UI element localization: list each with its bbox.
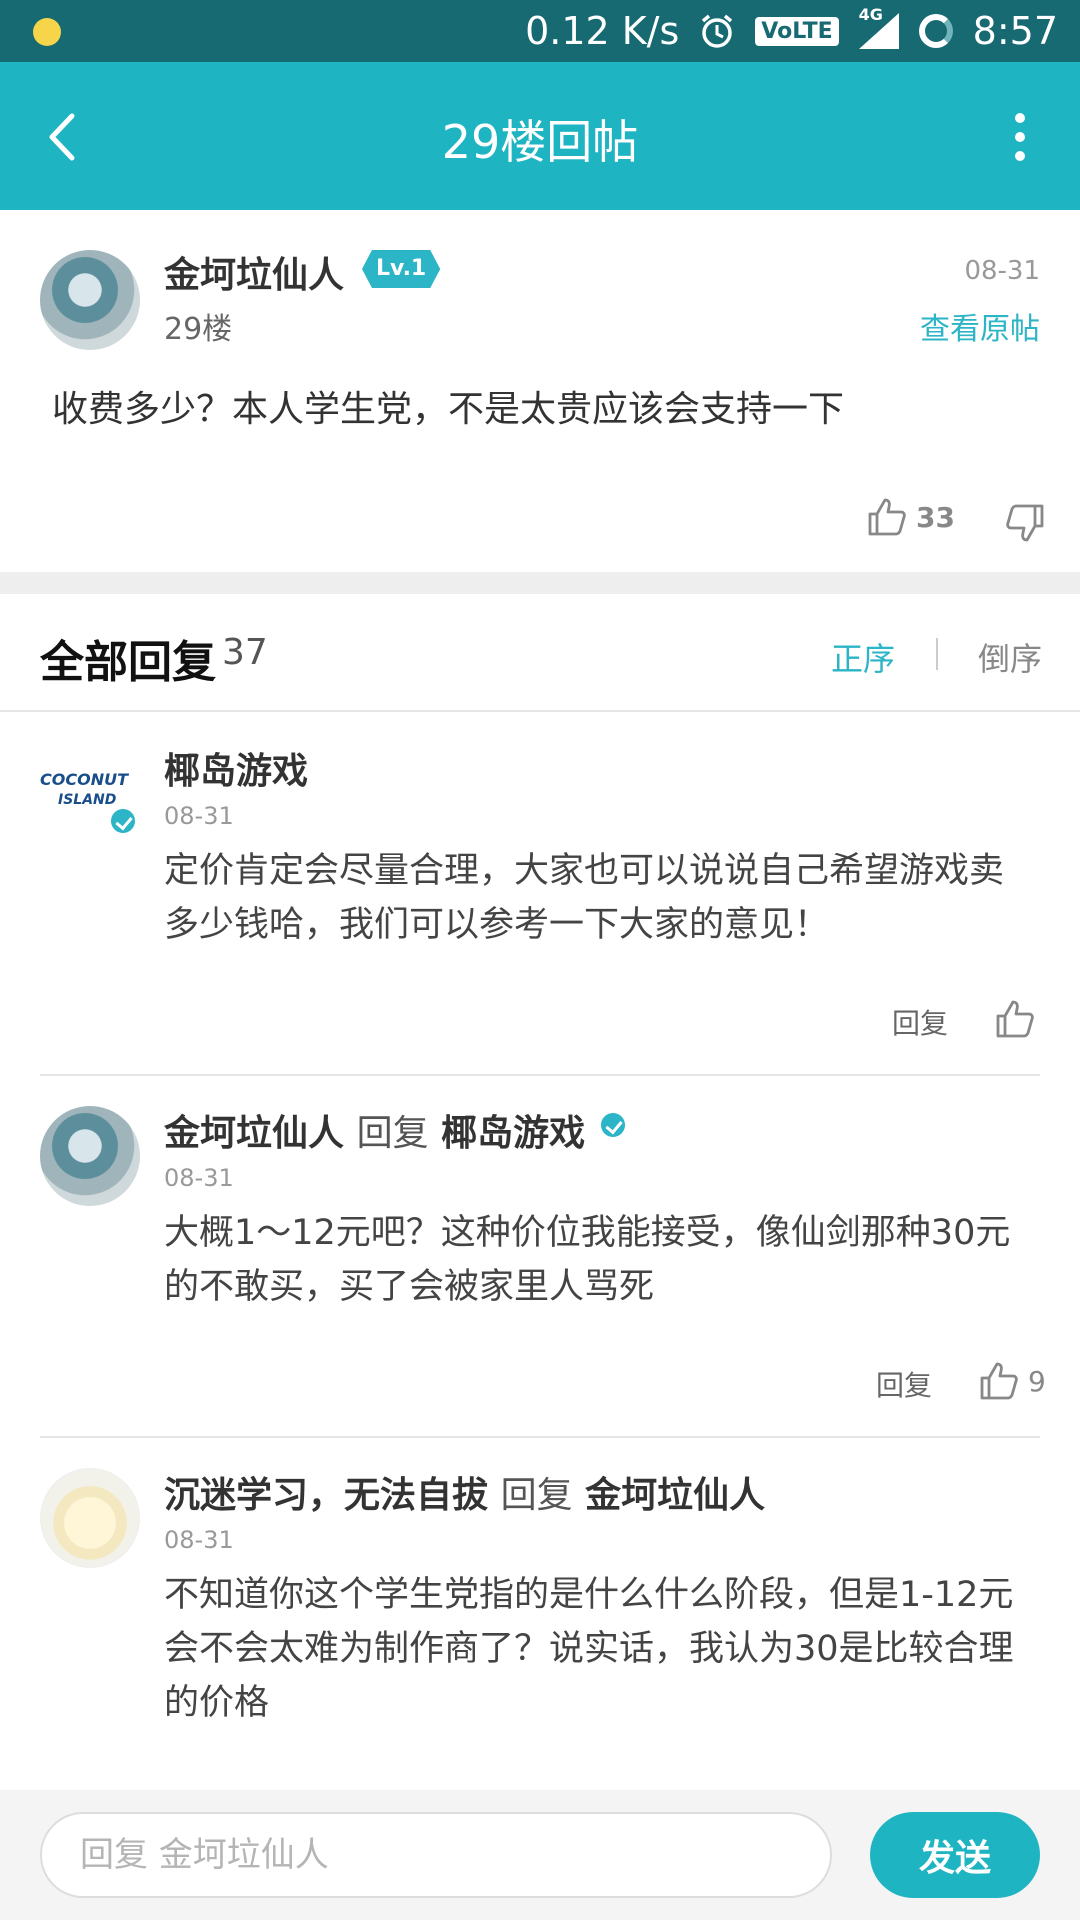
coconut-logo-subtext: ISLAND bbox=[58, 792, 117, 808]
more-vertical-icon bbox=[1015, 113, 1025, 123]
reply-button[interactable]: 回复 bbox=[876, 1364, 932, 1404]
level-badge: Lv.1 bbox=[362, 250, 440, 288]
verified-icon bbox=[598, 1110, 628, 1140]
reply-item: 沉迷学习，无法自拔 回复 金坷垃仙人 08-31 不知道你这个学生党指的是什么什… bbox=[0, 1436, 1080, 1790]
like-button[interactable]: 9 bbox=[978, 1360, 1046, 1402]
reply-content: 定价肯定会尽量合理，大家也可以说说自己希望游戏卖多少钱哈，我们可以参考一下大家的… bbox=[164, 851, 1005, 945]
post-date: 08-31 bbox=[964, 256, 1040, 286]
reply-input-bar: 发送 bbox=[0, 1790, 1080, 1920]
app-bar: 29楼回帖 bbox=[0, 62, 1080, 210]
reply-input[interactable] bbox=[40, 1812, 832, 1898]
verified-icon bbox=[108, 806, 138, 836]
view-original-link[interactable]: 查看原帖 bbox=[920, 304, 1040, 348]
coconut-logo-text: COCONUT bbox=[40, 770, 128, 789]
reply-word: 回复 bbox=[500, 1475, 573, 1516]
thumbs-up-icon bbox=[996, 1000, 1034, 1038]
thumbs-up-icon bbox=[868, 498, 906, 536]
reply-header: 金坷垃仙人 回复 椰岛游戏 bbox=[164, 1104, 585, 1156]
reply-target[interactable]: 椰岛游戏 bbox=[441, 1113, 585, 1154]
reply-content: 不知道你这个学生党指的是什么什么阶段，但是1-12元会不会太难为制作商了？说实话… bbox=[164, 1575, 1014, 1723]
reply-item: 金坷垃仙人 回复 椰岛游戏 08-31 大概1～12元吧？这种价位我能接受，像仙… bbox=[0, 1074, 1080, 1438]
thumbs-up-icon bbox=[980, 1362, 1018, 1400]
clock: 8:57 bbox=[972, 9, 1058, 53]
alarm-icon bbox=[699, 13, 735, 49]
post-content: 收费多少？本人学生党，不是太贵应该会支持一下 bbox=[52, 389, 845, 430]
reply-author[interactable]: 沉迷学习，无法自拔 bbox=[164, 1475, 488, 1516]
avatar[interactable] bbox=[40, 1468, 140, 1568]
avatar[interactable] bbox=[40, 250, 140, 350]
reply-header: 沉迷学习，无法自拔 回复 金坷垃仙人 bbox=[164, 1466, 765, 1518]
reply-date: 08-31 bbox=[164, 1526, 234, 1554]
notification-dot-icon bbox=[33, 18, 61, 46]
replies-title: 全部回复 bbox=[40, 637, 216, 688]
network-speed: 0.12 K/s bbox=[525, 9, 680, 53]
reply-content: 大概1～12元吧？这种价位我能接受，像仙剑那种30元的不敢买，买了会被家里人骂死 bbox=[164, 1213, 1011, 1307]
like-button[interactable] bbox=[994, 998, 1036, 1040]
main-post: 金坷垃仙人 Lv.1 29楼 08-31 查看原帖 收费多少？本人学生党，不是太… bbox=[0, 210, 1080, 572]
status-indicators: 0.12 K/s VoLTE 4G 8:57 bbox=[525, 0, 1058, 62]
reply-author[interactable]: 椰岛游戏 bbox=[164, 742, 308, 794]
dislike-button[interactable] bbox=[1004, 502, 1054, 552]
sort-separator bbox=[936, 638, 938, 670]
reply-item: COCONUT ISLAND 椰岛游戏 08-31 定价肯定会尽量合理，大家也可… bbox=[0, 712, 1080, 1076]
reply-date: 08-31 bbox=[164, 1164, 234, 1192]
reply-button[interactable]: 回复 bbox=[892, 1002, 948, 1042]
section-divider bbox=[0, 572, 1080, 594]
sort-descending-tab[interactable]: 倒序 bbox=[978, 634, 1042, 680]
loading-icon bbox=[918, 14, 953, 48]
page-title: 29楼回帖 bbox=[441, 115, 639, 169]
sort-ascending-tab[interactable]: 正序 bbox=[831, 634, 895, 680]
floor-number: 29楼 bbox=[164, 312, 233, 347]
reply-author[interactable]: 金坷垃仙人 bbox=[164, 1113, 344, 1154]
like-button[interactable]: 33 bbox=[866, 496, 955, 538]
more-button[interactable] bbox=[1000, 102, 1040, 172]
thumbs-down-icon bbox=[1006, 504, 1044, 542]
like-count: 33 bbox=[916, 500, 955, 534]
status-bar: 0.12 K/s VoLTE 4G 8:57 bbox=[0, 0, 1080, 62]
replies-count: 37 bbox=[222, 632, 268, 673]
reply-date: 08-31 bbox=[164, 802, 234, 830]
reply-word: 回复 bbox=[356, 1113, 429, 1154]
reply-target[interactable]: 金坷垃仙人 bbox=[585, 1475, 765, 1516]
network-type: 4G bbox=[858, 5, 883, 24]
volte-icon: VoLTE bbox=[755, 16, 839, 46]
replies-header: 全部回复 37 正序 倒序 bbox=[0, 594, 1080, 712]
send-button[interactable]: 发送 bbox=[870, 1812, 1040, 1898]
signal-icon: 4G bbox=[858, 5, 899, 49]
post-author[interactable]: 金坷垃仙人 bbox=[164, 246, 344, 298]
avatar[interactable] bbox=[40, 1106, 140, 1206]
like-count: 9 bbox=[1028, 1364, 1046, 1398]
